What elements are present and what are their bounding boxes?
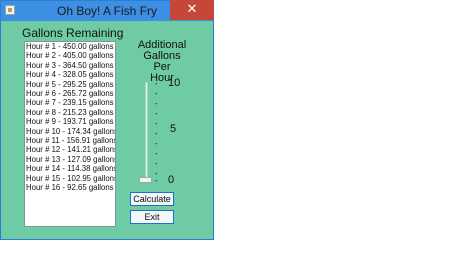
slider-track[interactable] [145, 82, 148, 182]
slider-tick: - [155, 176, 158, 185]
slider-tick: - [155, 129, 158, 138]
list-item[interactable]: Hour # 16 - 92.65 gallons [25, 183, 115, 192]
slider-mid-label: 5 [170, 123, 177, 135]
slider-min-label: 0 [168, 174, 175, 186]
list-item[interactable]: Hour # 1 - 450.00 gallons [25, 42, 115, 51]
list-item[interactable]: Hour # 14 - 114.38 gallons [25, 164, 115, 173]
close-icon[interactable]: ✕ [170, 0, 214, 20]
gallons-remaining-label: Gallons Remaining [22, 26, 124, 40]
slider-max-label: 10 [168, 77, 181, 89]
list-item[interactable]: Hour # 13 - 127.09 gallons [25, 155, 115, 164]
slider-heading-line: Hour [150, 72, 174, 84]
slider-tick: - [155, 89, 158, 98]
slider-thumb[interactable] [139, 177, 152, 183]
slider-tick: - [155, 79, 158, 88]
list-item[interactable]: Hour # 3 - 364.50 gallons [25, 61, 115, 70]
list-item[interactable]: Hour # 8 - 215.23 gallons [25, 108, 115, 117]
list-item[interactable]: Hour # 7 - 239.15 gallons [25, 98, 115, 107]
slider-tick: - [155, 139, 158, 148]
list-item[interactable]: Hour # 9 - 193.71 gallons [25, 117, 115, 126]
list-item[interactable]: Hour # 10 - 174.34 gallons [25, 127, 115, 136]
slider-heading-line: Gallons Per [143, 50, 181, 73]
list-item[interactable]: Hour # 12 - 141.21 gallons [25, 145, 115, 154]
list-item[interactable]: Hour # 2 - 405.00 gallons [25, 51, 115, 60]
slider-heading: Additional Gallons Per Hour [134, 40, 190, 84]
list-item[interactable]: Hour # 6 - 265.72 gallons [25, 89, 115, 98]
list-item[interactable]: Hour # 4 - 328.05 gallons [25, 70, 115, 79]
slider-tick: - [155, 119, 158, 128]
gallons-listbox[interactable]: Hour # 1 - 450.00 gallons Hour # 2 - 405… [24, 41, 116, 227]
list-item[interactable]: Hour # 5 - 295.25 gallons [25, 80, 115, 89]
slider-tick: - [155, 159, 158, 168]
list-item[interactable]: Hour # 15 - 102.95 gallons [25, 174, 115, 183]
list-item[interactable]: Hour # 11 - 156.91 gallons [25, 136, 115, 145]
slider-tick: - [155, 109, 158, 118]
slider-tick: - [155, 149, 158, 158]
calculate-button[interactable]: Calculate [130, 192, 174, 206]
exit-button[interactable]: Exit [130, 210, 174, 224]
title-bar[interactable]: Oh Boy! A Fish Fry ✕ [1, 0, 214, 21]
slider-tick: - [155, 99, 158, 108]
